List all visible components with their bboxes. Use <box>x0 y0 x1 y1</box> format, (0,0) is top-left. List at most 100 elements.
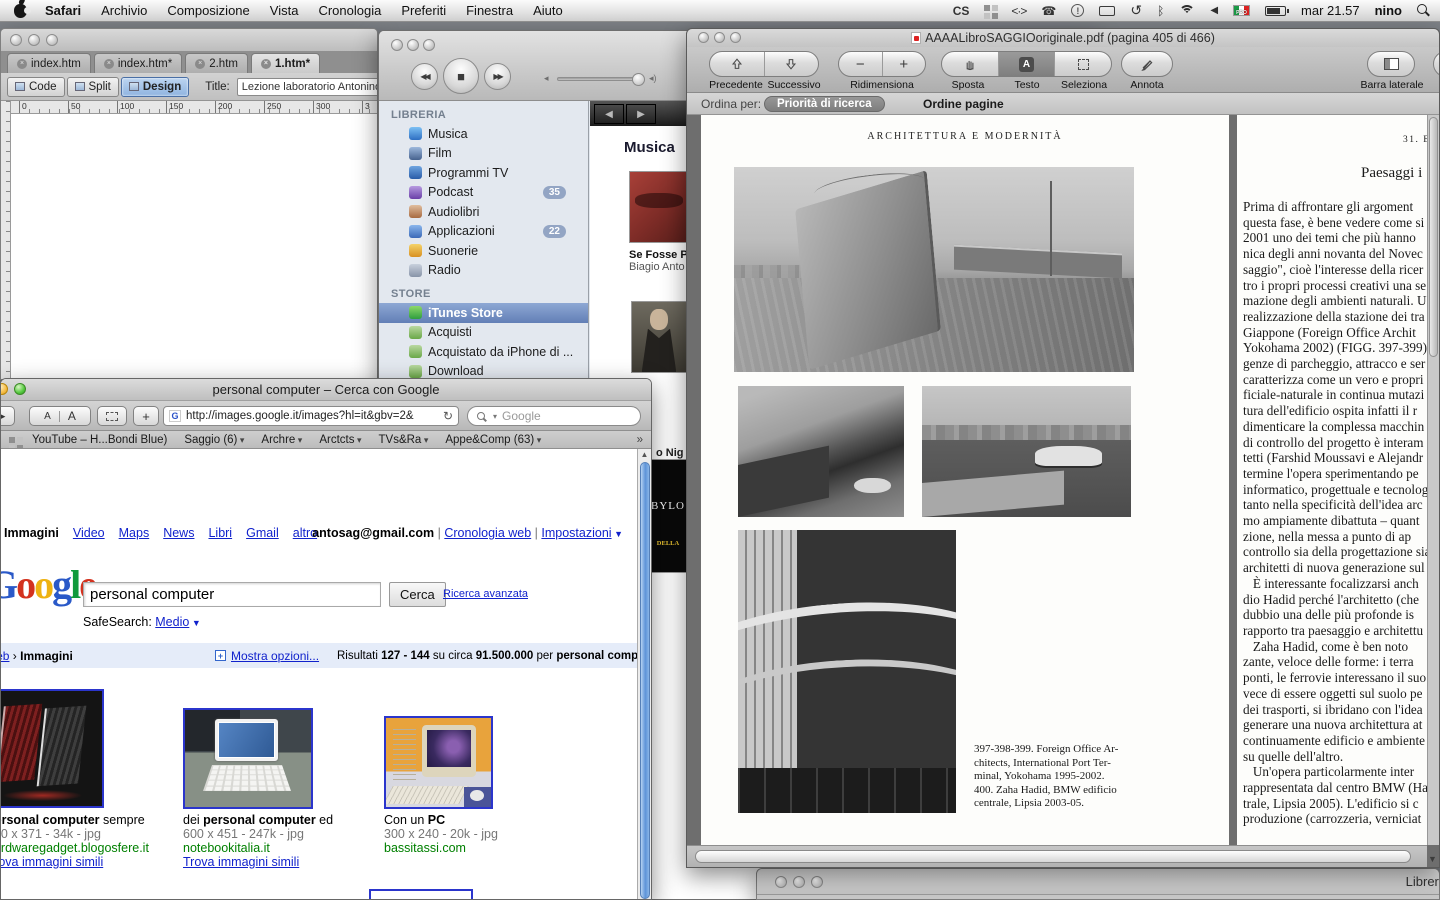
bookmark-item[interactable]: Archre <box>261 434 302 446</box>
next-track-button[interactable]: ▶▶ <box>484 63 511 90</box>
menu-item[interactable]: Vista <box>260 0 309 21</box>
search-submit-button[interactable]: Cerca <box>389 582 446 607</box>
menu-item[interactable]: Preferiti <box>391 0 456 21</box>
google-nav-link[interactable]: Video <box>73 526 105 540</box>
zoom-button[interactable] <box>811 876 823 888</box>
zoom-button[interactable] <box>423 39 435 51</box>
web-clip-button[interactable] <box>97 406 127 426</box>
image-result-thumbnail[interactable] <box>369 889 473 899</box>
google-nav-link[interactable]: Immagini <box>4 526 59 540</box>
user-menu[interactable]: nino <box>1375 3 1402 18</box>
close-button[interactable] <box>10 34 22 46</box>
sidebar-item[interactable]: Podcast 35 <box>379 183 588 203</box>
zoom-button[interactable] <box>46 34 58 46</box>
search-query-input[interactable] <box>83 582 381 607</box>
sidebar-item[interactable]: Radio <box>379 261 588 281</box>
store-forward-button[interactable]: ▶ <box>626 104 656 124</box>
reload-icon[interactable]: ↻ <box>443 409 453 423</box>
smaller-text-icon[interactable]: A <box>36 411 60 422</box>
overflow-chevron-icon[interactable]: » <box>637 434 643 446</box>
input-language-flag-icon[interactable]: PRO <box>1233 5 1250 16</box>
design-view-canvas[interactable] <box>11 114 377 379</box>
volume-slider[interactable] <box>557 77 643 81</box>
minimize-button[interactable] <box>793 876 805 888</box>
expand-options-icon[interactable]: + <box>215 650 226 661</box>
annotate-button[interactable] <box>1121 51 1173 77</box>
google-nav-link[interactable]: Libri <box>208 526 232 540</box>
move-tool-button[interactable] <box>942 52 998 76</box>
address-bar[interactable]: G http://images.google.it/images?hl=it&g… <box>163 406 459 426</box>
bookmark-item[interactable]: Arctcts <box>319 434 361 446</box>
close-tab-icon[interactable]: × <box>261 59 271 69</box>
close-button[interactable] <box>775 876 787 888</box>
time-machine-icon[interactable]: ↺ <box>1130 2 1142 19</box>
image-result-thumbnail[interactable] <box>183 708 313 809</box>
similar-images-link[interactable]: Trova immagini simili <box>183 855 299 869</box>
google-nav-link[interactable]: Gmail <box>246 526 279 540</box>
document-tab[interactable]: ×index.htm <box>7 53 91 73</box>
sync-alert-icon[interactable]: ! <box>1071 4 1084 17</box>
bookmark-item[interactable]: Saggio (6) <box>184 434 244 446</box>
apple-menu-icon[interactable] <box>14 4 27 18</box>
advanced-search-link[interactable]: Ricerca avanzata <box>443 588 528 600</box>
sidebar-item[interactable]: iTunes Store <box>379 303 588 323</box>
sidebar-item[interactable]: Suonerie <box>379 241 588 261</box>
volume-icon[interactable]: ◀ <box>1210 5 1218 16</box>
next-page-button[interactable] <box>764 52 819 76</box>
menu-item[interactable]: Safari <box>35 0 91 21</box>
sort-by-search-rank-button[interactable]: Priorità di ricerca <box>764 96 885 112</box>
volume-slider-thumb[interactable] <box>632 73 645 86</box>
similar-images-link[interactable]: Trova immagini simili <box>1 855 103 869</box>
zoom-out-button[interactable]: − <box>839 52 882 76</box>
scrollbar-thumb[interactable] <box>640 462 650 899</box>
url-text[interactable]: http://images.google.it/images?hl=it&gbv… <box>186 410 414 422</box>
close-tab-icon[interactable]: × <box>195 59 205 69</box>
bookmark-item[interactable]: TVs&Ra <box>379 434 429 446</box>
stop-button[interactable]: ■ <box>443 58 479 94</box>
sidebar-item[interactable]: Programmi TV <box>379 163 588 183</box>
view-mode-button[interactable]: Design <box>121 77 189 97</box>
sidebar-item[interactable]: Musica <box>379 124 588 144</box>
image-result-thumbnail[interactable] <box>1 689 104 808</box>
scroll-up-arrow-icon[interactable]: ▲ <box>638 449 651 461</box>
document-tab[interactable]: ×index.htm* <box>94 53 182 73</box>
album-art[interactable] <box>629 171 689 243</box>
chevron-down-icon[interactable]: ▼ <box>612 529 623 539</box>
menu-clock[interactable]: mar 21.57 <box>1301 3 1360 18</box>
menu-item[interactable]: Composizione <box>157 0 259 21</box>
view-mode-button[interactable]: Split <box>67 77 119 97</box>
preview-titlebar[interactable]: AAAALibroSAGGIOoriginale.pdf (pagina 405… <box>687 29 1439 47</box>
wifi-icon[interactable] <box>1179 5 1195 16</box>
forward-button[interactable]: ▶ <box>0 406 15 426</box>
sidebar-item[interactable]: Acquisti <box>379 323 588 343</box>
bluetooth-icon[interactable]: ᛒ <box>1157 4 1164 18</box>
menu-item[interactable]: Aiuto <box>523 0 573 21</box>
show-options-link[interactable]: Mostra opzioni... <box>231 649 319 663</box>
sidebar-item[interactable]: Audiolibri <box>379 202 588 222</box>
view-mode-button[interactable]: Code <box>7 77 65 97</box>
scroll-down-arrow-icon[interactable]: ▼ <box>1427 854 1438 864</box>
spotlight-icon[interactable] <box>1417 4 1430 17</box>
settings-link[interactable]: Impostazioni <box>541 526 611 540</box>
script-menu-icon[interactable]: <·> <box>1011 4 1026 18</box>
safesearch-control[interactable]: SafeSearch: Medio ▼ <box>83 615 201 629</box>
album-art[interactable]: BYLO DELLA <box>649 459 687 573</box>
titlebar[interactable]: Libreria <box>757 869 1439 895</box>
image-result-thumbnail[interactable] <box>384 716 493 809</box>
text-tool-button[interactable]: A <box>998 52 1055 76</box>
bookmarks-menu-icon[interactable] <box>9 437 15 443</box>
bookmark-item[interactable]: Appe&Comp (63) <box>445 434 541 446</box>
close-tab-icon[interactable]: × <box>104 59 114 69</box>
lastfm-icon[interactable]: CS <box>953 4 970 18</box>
menu-item[interactable]: Archivio <box>91 0 157 21</box>
editor-titlebar[interactable] <box>1 29 377 51</box>
minimize-button[interactable] <box>28 34 40 46</box>
album-art[interactable] <box>631 301 687 373</box>
battery-icon[interactable] <box>1265 6 1286 16</box>
new-tab-button[interactable]: + <box>133 406 159 426</box>
phone-icon[interactable]: ☎ <box>1041 4 1056 18</box>
sidebar-item[interactable]: Film <box>379 144 588 164</box>
spaces-icon[interactable] <box>984 5 996 17</box>
sidebar-toggle-button[interactable] <box>1367 51 1415 77</box>
select-tool-button[interactable] <box>1054 52 1111 76</box>
